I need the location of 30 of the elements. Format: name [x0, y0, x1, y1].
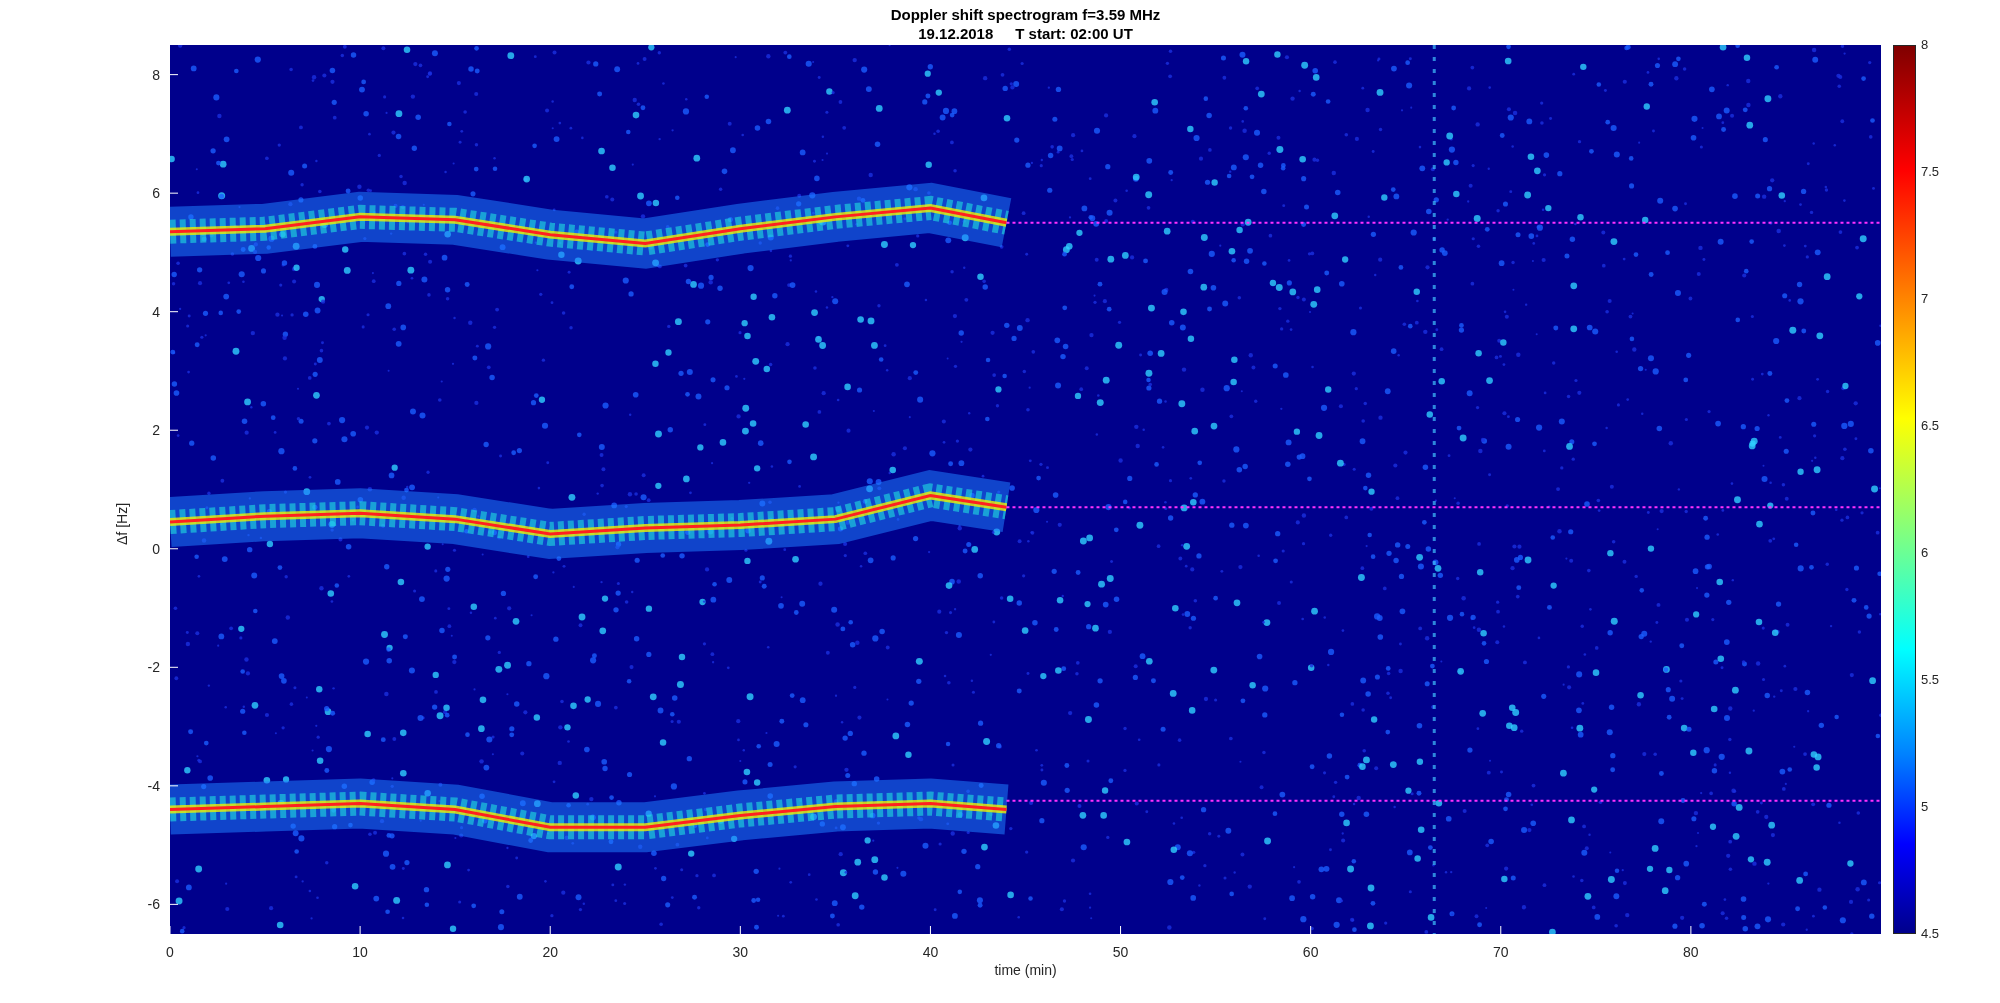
y-tick-label: -2 [147, 657, 160, 677]
x-axis-label: time (min) [994, 961, 1057, 980]
y-axis-label: Δf [Hz] [113, 502, 131, 545]
x-tick-label: 80 [1683, 943, 1699, 962]
y-tick-label: 8 [152, 65, 160, 85]
colorbar-tick-label: 5 [1921, 798, 1929, 817]
x-tick-label: 40 [922, 943, 939, 962]
chart-start-time: T start: 02:00 UT [1015, 24, 1133, 43]
y-tick-label: 6 [152, 183, 160, 203]
y-tick-label: -6 [147, 894, 160, 914]
y-tick-label: 2 [152, 420, 160, 440]
colorbar-tick-label: 6 [1921, 544, 1929, 563]
x-tick-label: 20 [542, 943, 558, 962]
y-tick-label: 4 [152, 302, 160, 322]
x-tick-label: 60 [1302, 943, 1319, 962]
y-tick-label: -4 [147, 776, 160, 796]
x-tick-label: 0 [166, 943, 174, 962]
colorbar-tick-label: 4.5 [1921, 925, 1940, 944]
chart-title: Doppler shift spectrogram f=3.59 MHz [890, 5, 1161, 24]
y-tick-label: 0 [152, 539, 160, 559]
chart-date: 19.12.2018 [918, 24, 994, 43]
x-tick-label: 70 [1493, 943, 1509, 962]
colorbar-tick-label: 8 [1921, 36, 1929, 55]
x-tick-label: 30 [732, 943, 749, 962]
colorbar-tick-label: 7.5 [1921, 163, 1940, 182]
colorbar-tick-label: 7 [1921, 290, 1929, 309]
x-tick-label: 50 [1112, 943, 1129, 962]
x-tick-label: 10 [352, 943, 368, 962]
colorbar-tick-label: 5.5 [1921, 671, 1940, 690]
colorbar-tick-label: 6.5 [1921, 417, 1940, 436]
